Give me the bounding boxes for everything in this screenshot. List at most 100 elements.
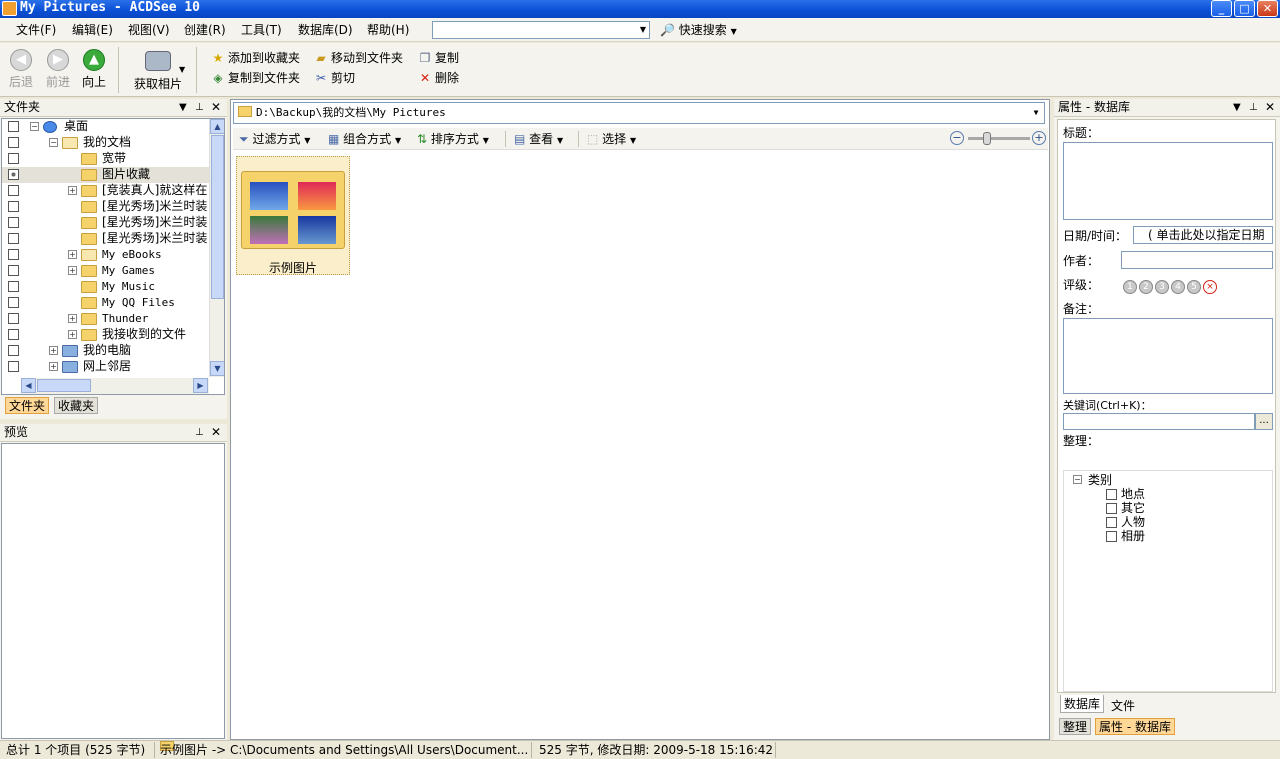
expand-icon[interactable]: + — [68, 186, 77, 195]
address-dropdown-icon[interactable]: ▼ — [1029, 104, 1043, 122]
keywords-browse-button[interactable]: ... — [1255, 413, 1273, 430]
tree-item[interactable]: + 我的电脑 — [2, 343, 209, 359]
preview-pin-icon[interactable]: ⊥ — [195, 424, 204, 441]
tree-item-checkbox[interactable] — [8, 201, 19, 212]
tree-item-checkbox[interactable] — [8, 249, 19, 260]
quick-search-dropdown-icon[interactable]: ▼ — [637, 22, 649, 38]
tree-item-checkbox[interactable] — [8, 265, 19, 276]
sort-button[interactable]: ⇅ 排序方式 ▼ — [417, 131, 489, 149]
thumbnail-item[interactable]: 示例图片 — [236, 156, 350, 275]
scroll-up-icon[interactable]: ▲ — [210, 119, 224, 134]
category-checkbox[interactable] — [1106, 531, 1117, 542]
delete-button[interactable]: ✕ 删除 — [418, 70, 459, 86]
pane-menu-icon[interactable]: ▼ — [179, 99, 187, 116]
menu-file[interactable]: 文件(F) — [16, 22, 56, 38]
tree-item[interactable]: − 我的文档 — [2, 135, 209, 151]
zoom-slider[interactable] — [968, 137, 1030, 140]
pane-close-icon[interactable]: ✕ — [211, 99, 221, 116]
acquire-dropdown-icon[interactable]: ▼ — [179, 65, 185, 74]
collapse-icon[interactable]: − — [49, 138, 58, 147]
tree-item-checkbox[interactable] — [8, 313, 19, 324]
cut-button[interactable]: ✂ 剪切 — [314, 70, 355, 86]
tree-item[interactable]: My QQ Files — [2, 295, 209, 311]
tree-item-checkbox[interactable] — [8, 345, 19, 356]
scroll-left-icon[interactable]: ◀ — [21, 378, 36, 393]
tree-item-checkbox[interactable] — [8, 297, 19, 308]
pin-icon[interactable]: ⊥ — [195, 99, 204, 116]
collapse-icon[interactable]: − — [30, 122, 39, 131]
menu-view[interactable]: 视图(V) — [128, 22, 170, 38]
notes-textarea[interactable] — [1063, 318, 1273, 394]
forward-button[interactable]: ▶ 前进 — [41, 49, 75, 90]
tab-folders[interactable]: 文件夹 — [5, 397, 50, 414]
minimize-button[interactable]: _ — [1211, 0, 1232, 17]
horizontal-scrollbar-thumb[interactable] — [37, 379, 91, 392]
folder-tree-vertical-scrollbar[interactable]: ▲ ▼ — [209, 119, 224, 377]
quick-search-input[interactable]: ▼ — [432, 21, 650, 39]
rating-3-button[interactable]: 3 — [1155, 280, 1169, 294]
up-button[interactable]: ▲ 向上 — [77, 49, 111, 90]
copy-to-folder-button[interactable]: ◈ 复制到文件夹 — [211, 70, 300, 86]
tree-item-checkbox[interactable] — [8, 185, 19, 196]
rating-4-button[interactable]: 4 — [1171, 280, 1185, 294]
tree-item[interactable]: 图片收藏 — [2, 167, 209, 183]
scroll-right-icon[interactable]: ▶ — [193, 378, 208, 393]
author-input[interactable] — [1121, 251, 1273, 269]
folder-tree[interactable]: − 桌面 − 我的文档 宽带 图片收藏 + [竞装真人]就这样在 [星光秀场]米兰时装 [星光秀场… — [1, 118, 225, 395]
expand-icon[interactable]: + — [49, 362, 58, 371]
tab-file[interactable]: 文件 — [1108, 697, 1138, 714]
rating-2-button[interactable]: 2 — [1139, 280, 1153, 294]
tree-item[interactable]: + My Games — [2, 263, 209, 279]
scrollbar-thumb[interactable] — [211, 135, 224, 299]
menu-edit[interactable]: 编辑(E) — [72, 22, 113, 38]
menu-help[interactable]: 帮助(H) — [367, 22, 409, 38]
quick-search-button[interactable]: 🔎 快速搜索 ▼ — [660, 22, 737, 40]
filter-button[interactable]: ⏷ 过滤方式 ▼ — [239, 131, 310, 149]
menu-database[interactable]: 数据库(D) — [298, 22, 353, 38]
categories-tree[interactable]: − 类别 地点 其它 人物 相册 — [1063, 470, 1273, 692]
menu-create[interactable]: 创建(R) — [184, 22, 226, 38]
clear-rating-icon[interactable]: × — [1203, 280, 1217, 294]
keywords-input[interactable] — [1063, 413, 1255, 430]
add-to-favorites-button[interactable]: ★ 添加到收藏夹 — [211, 50, 300, 66]
copy-button[interactable]: ❐ 复制 — [418, 50, 459, 66]
tree-item[interactable]: [星光秀场]米兰时装 — [2, 199, 209, 215]
tab-database[interactable]: 数据库 — [1060, 695, 1105, 713]
properties-close-icon[interactable]: ✕ — [1265, 99, 1275, 116]
tab-favorites[interactable]: 收藏夹 — [54, 397, 99, 414]
properties-menu-icon[interactable]: ▼ — [1233, 99, 1241, 116]
rating-1-button[interactable]: 1 — [1123, 280, 1137, 294]
expand-icon[interactable]: + — [49, 346, 58, 355]
tree-item-checkbox[interactable] — [8, 169, 19, 180]
move-to-folder-button[interactable]: ▰ 移动到文件夹 — [314, 50, 403, 66]
view-button[interactable]: ▤ 查看 ▼ — [514, 131, 563, 149]
tree-item[interactable]: [星光秀场]米兰时装 — [2, 215, 209, 231]
preview-close-icon[interactable]: ✕ — [211, 424, 221, 441]
select-button[interactable]: ⬚ 选择 ▼ — [587, 131, 636, 149]
tab-organize[interactable]: 整理 — [1059, 718, 1092, 735]
expand-icon[interactable]: + — [68, 314, 77, 323]
back-button[interactable]: ◀ 后退 — [4, 49, 38, 90]
tree-item[interactable]: + 网上邻居 — [2, 359, 209, 375]
tree-item[interactable]: − 桌面 — [2, 119, 209, 135]
tree-item[interactable]: + My eBooks — [2, 247, 209, 263]
maximize-button[interactable]: □ — [1234, 0, 1255, 17]
expand-icon[interactable]: + — [68, 330, 77, 339]
tree-item-checkbox[interactable] — [8, 233, 19, 244]
tree-item-checkbox[interactable] — [8, 121, 19, 132]
categories-collapse-icon[interactable]: − — [1073, 475, 1082, 484]
group-button[interactable]: ▦ 组合方式 ▼ — [328, 131, 401, 149]
tree-item-checkbox[interactable] — [8, 153, 19, 164]
expand-icon[interactable]: + — [68, 266, 77, 275]
tree-item[interactable]: + 我接收到的文件 — [2, 327, 209, 343]
tree-item[interactable]: [星光秀场]米兰时装 — [2, 231, 209, 247]
properties-pin-icon[interactable]: ⊥ — [1249, 99, 1258, 116]
tree-item[interactable]: My Music — [2, 279, 209, 295]
zoom-out-icon[interactable]: − — [950, 131, 964, 145]
date-input[interactable]: ( 单击此处以指定日期 — [1133, 226, 1273, 244]
close-window-button[interactable]: ✕ — [1257, 0, 1278, 17]
expand-icon[interactable]: + — [68, 250, 77, 259]
scroll-down-icon[interactable]: ▼ — [210, 361, 224, 376]
folder-tree-horizontal-scrollbar[interactable]: ◀ ▶ — [21, 378, 209, 394]
rating-5-button[interactable]: 5 — [1187, 280, 1201, 294]
